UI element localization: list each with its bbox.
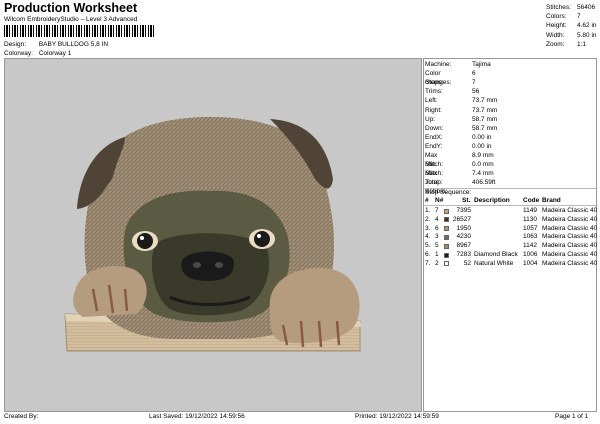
thread-code: 1057 xyxy=(523,224,538,232)
page-number: Page 1 of 1 xyxy=(555,413,589,420)
needle-number: 5 xyxy=(435,242,439,250)
stop-index: 5. xyxy=(425,242,431,250)
stitch-count: 7395 xyxy=(456,207,471,214)
stop-sequence-row: 1. 7 7395 1149 Madeira Classic 40 xyxy=(425,207,597,216)
thread-brand: Madeira Classic 40 xyxy=(542,233,598,241)
thread-color-swatch xyxy=(444,208,449,214)
thread-brand: Madeira Classic 40 xyxy=(542,215,598,223)
thread-color-swatch xyxy=(444,217,449,223)
stop-index: 3. xyxy=(425,224,431,232)
stop-index: 6. xyxy=(425,251,431,258)
stat-row: Stitches: 56406 xyxy=(546,4,596,11)
design-preview xyxy=(4,58,422,412)
stop-sequence-row: 5. 5 8967 1142 Madeira Classic 40 xyxy=(425,242,597,251)
thread-color-swatch xyxy=(444,234,449,240)
stop-index: 2. xyxy=(425,215,431,223)
stitch-count: 26527 xyxy=(452,215,471,223)
printed-date: Printed: 19/12/2022 14:59:59 xyxy=(355,413,439,420)
thread-code: 1149 xyxy=(523,207,537,214)
stop-index: 1. xyxy=(425,207,431,214)
stitch-count: 8967 xyxy=(456,242,471,250)
thread-color-swatch xyxy=(444,226,449,232)
stop-sequence-row: 7. 2 52 Natural White 1004 Madeira Classic 40 xyxy=(425,260,597,269)
stat-row: Width: 5.80 in xyxy=(546,31,597,39)
colorway-label: Colorway: xyxy=(4,50,33,57)
needle-number: 6 xyxy=(435,224,439,232)
thread-color-swatch xyxy=(444,243,449,249)
stitch-count: 52 xyxy=(463,259,471,267)
stop-sequence-title: Stop Sequence: xyxy=(425,189,472,196)
needle-number: 1 xyxy=(435,251,439,258)
stat-row: Colors: 7 xyxy=(546,13,581,21)
colorway-value: Colorway 1 xyxy=(38,50,72,57)
needle-number: 2 xyxy=(435,259,439,267)
last-saved: Last Saved: 19/12/2022 14:59:56 xyxy=(149,413,245,420)
thread-code: 1063 xyxy=(523,233,538,241)
thread-code: 1142 xyxy=(523,242,537,250)
thread-brand: Madeira Classic 40 xyxy=(542,242,598,250)
properties-panel: Machine: Tajima Color changes: 6 Stops: 7 T… xyxy=(423,58,597,412)
stat-row: Height: 4.62 in xyxy=(546,22,597,30)
stitch-count: 1950 xyxy=(456,224,471,232)
stop-index: 7. xyxy=(425,259,431,267)
needle-number: 7 xyxy=(435,207,439,214)
page-title: Production Worksheet xyxy=(4,1,138,15)
stitch-count: 4230 xyxy=(456,233,471,241)
thread-brand: Madeira Classic 40 xyxy=(542,207,598,214)
stats-block: Stitches: 56406 Colors: 7 Height: 4.62 in W… xyxy=(546,3,597,49)
stitch-count: 7283 xyxy=(456,251,471,258)
divider xyxy=(424,205,596,206)
design-info: Design: BABY BULLDOG 5,8 IN xyxy=(4,41,108,48)
thread-brand: Madeira Classic 40 xyxy=(542,224,598,232)
thread-brand: Madeira Classic 40 xyxy=(542,259,598,267)
pug-embroidery-image xyxy=(64,117,361,352)
thread-code: 1004 xyxy=(523,259,538,267)
stop-sequence-header: # N# St. Description Code Brand xyxy=(425,197,561,204)
colorway-info: Colorway: Colorway 1 xyxy=(4,50,71,57)
thread-color-swatch xyxy=(444,252,449,258)
needle-number: 4 xyxy=(435,215,439,223)
software-subtitle: Wilcom EmbroideryStudio – Level 3 Advanc… xyxy=(4,16,138,23)
stop-sequence-row: 4. 3 4230 1063 Madeira Classic 40 xyxy=(425,233,597,242)
thread-description: Diamond Black xyxy=(474,251,518,258)
stop-sequence-row: 2. 4 26527 1130 Madeira Classic 40 xyxy=(425,216,597,225)
thread-description: Natural White xyxy=(474,259,514,267)
stop-sequence-row: 6. 1 7283 Diamond Black 1006 Madeira Classic … xyxy=(425,251,597,260)
thread-code: 1006 xyxy=(523,251,538,258)
barcode xyxy=(4,25,154,37)
stat-row: Zoom: 1:1 xyxy=(546,40,587,48)
thread-code: 1130 xyxy=(523,215,537,223)
created-by: Created By: xyxy=(4,413,39,420)
design-value: BABY BULLDOG 5,8 IN xyxy=(38,41,109,48)
needle-number: 3 xyxy=(435,233,439,241)
thread-brand: Madeira Classic 40 xyxy=(542,251,598,258)
thread-color-swatch xyxy=(444,261,449,267)
stop-index: 4. xyxy=(425,233,431,241)
stop-sequence-row: 3. 6 1950 1057 Madeira Classic 40 xyxy=(425,225,597,234)
design-label: Design: xyxy=(4,41,27,48)
